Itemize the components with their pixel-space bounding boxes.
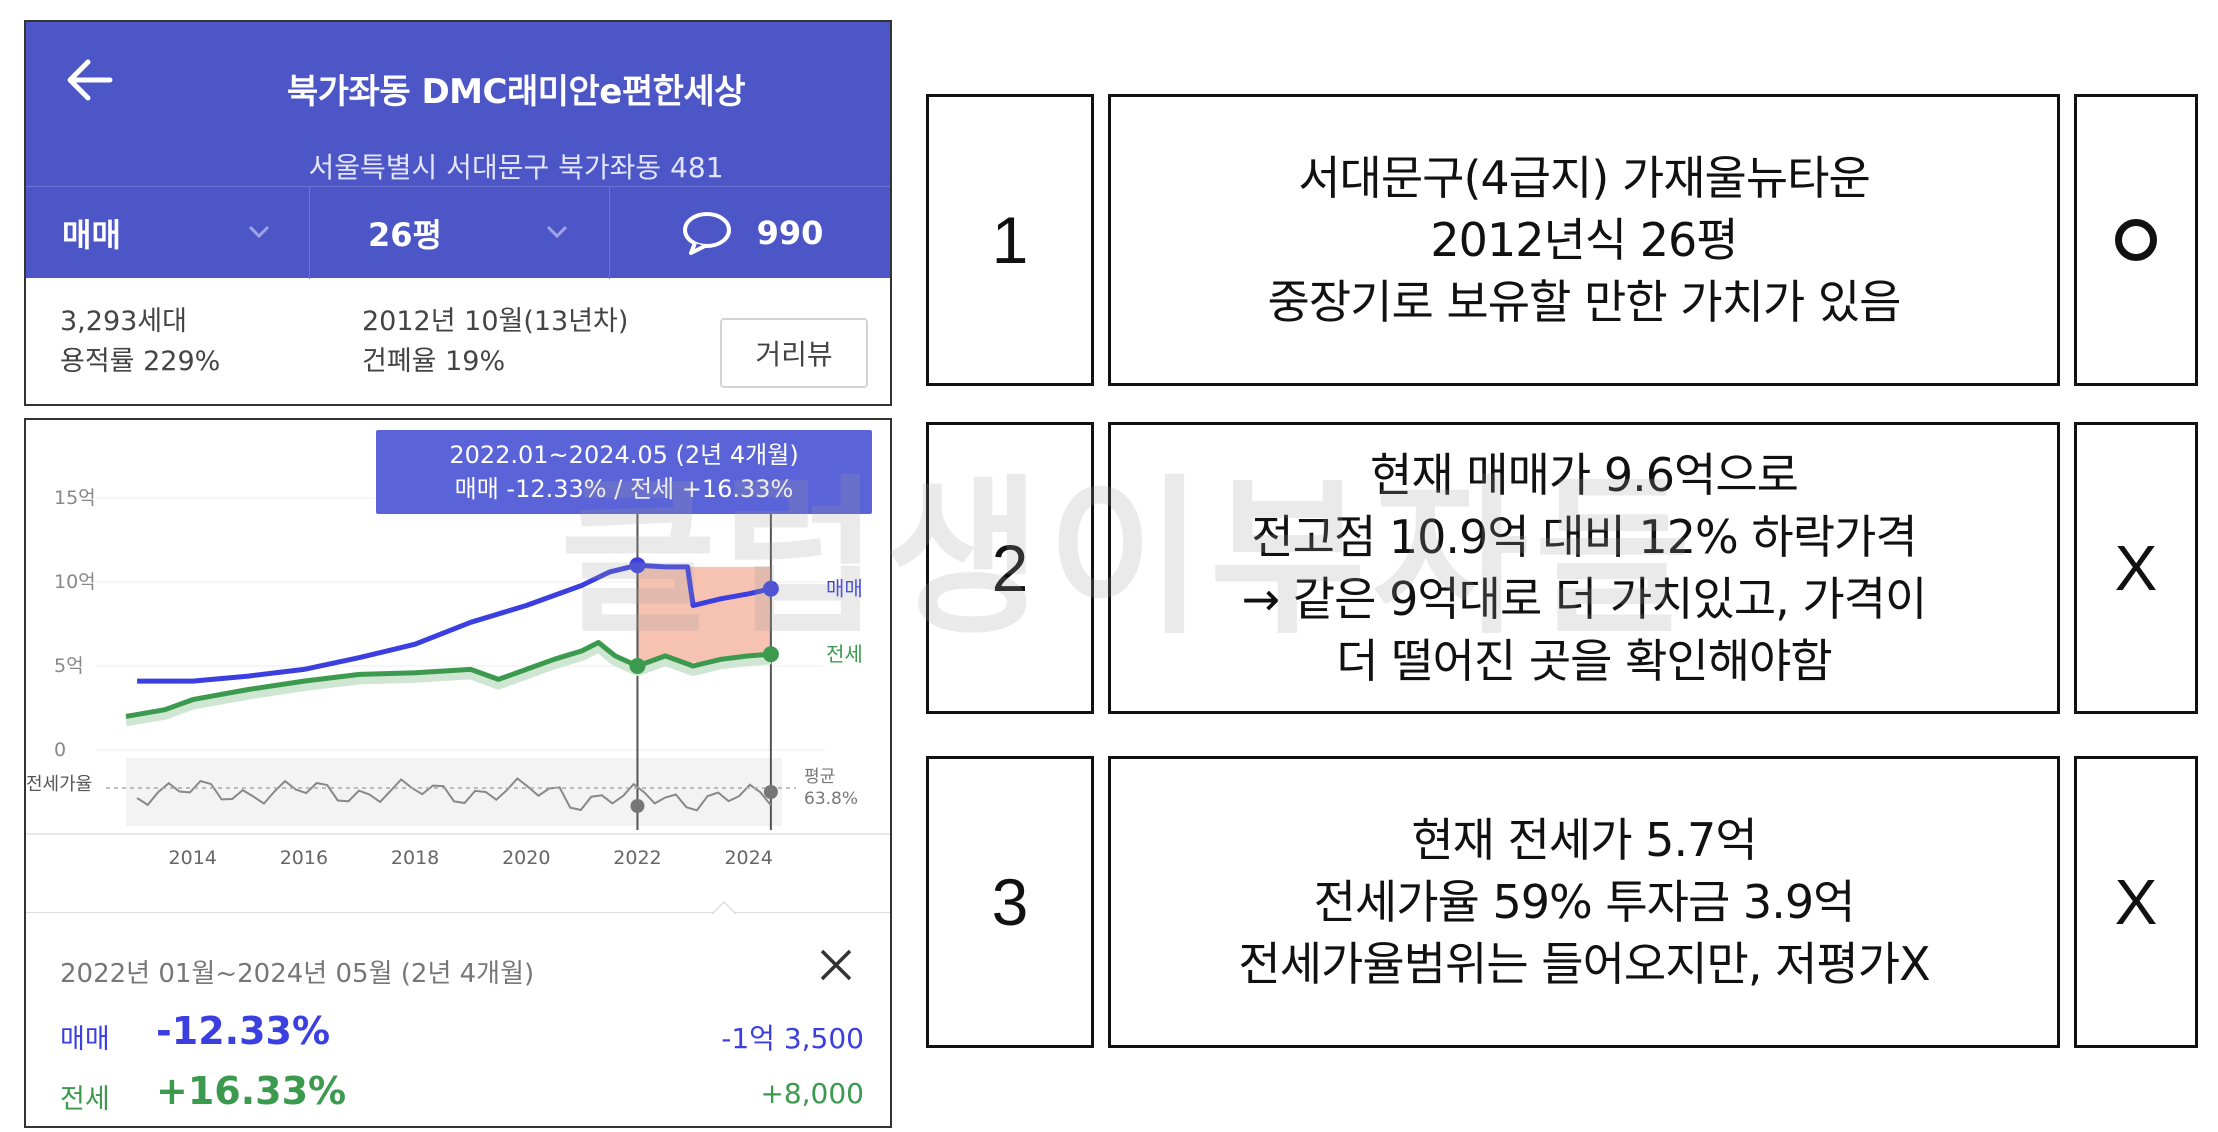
chevron-down-icon	[546, 225, 568, 239]
x-tick-label: 2020	[502, 847, 550, 869]
description-line: 2012년식 26평	[1430, 213, 1738, 267]
ratio-axis-label: 전세가율	[26, 774, 92, 795]
sale-percent: -12.33%	[156, 1009, 331, 1053]
jeonse-label: 전세	[60, 1084, 110, 1115]
apartment-title: 북가좌동 DMC래미안e편한세상	[287, 72, 746, 112]
chevron-down-icon	[248, 225, 270, 239]
apartment-address: 서울특별시 서대문구 북가좌동 481	[308, 151, 724, 184]
row-1-description-cell: 서대문구(4급지) 가재울뉴타운 2012년식 26평 중장기로 보유할 만한 …	[1108, 94, 2060, 386]
size-value: 26평	[368, 216, 442, 254]
row-description: 현재 전세가 5.7억 전세가율 59% 투자금 3.9억 전세가율범위는 들어…	[1238, 809, 1930, 995]
row-mark: X	[2114, 532, 2158, 604]
close-icon[interactable]	[816, 945, 856, 985]
selector-row: 매매 26평 990	[26, 186, 890, 279]
pointer-caret-icon	[712, 901, 736, 915]
households: 3,293세대	[60, 306, 187, 337]
ratio-average-value: 63.8%	[804, 789, 858, 809]
row-3-description-cell: 현재 전세가 5.7억 전세가율 59% 투자금 3.9억 전세가율범위는 들어…	[1108, 756, 2060, 1048]
trade-type-value: 매매	[62, 216, 121, 254]
data-point-marker	[629, 658, 646, 674]
row-mark: X	[2114, 866, 2158, 938]
ratio-point-marker	[763, 785, 778, 799]
y-tick-label: 10억	[54, 571, 96, 593]
apartment-info-row: 3,293세대 용적률 229% 2012년 10월(13년차) 건폐율 19%…	[26, 278, 890, 404]
jeonse-series-label: 전세	[826, 642, 863, 666]
tooltip-change: 매매 -12.33% / 전세 +16.33%	[454, 475, 794, 503]
ratio-band-background	[126, 758, 782, 826]
description-line: → 같은 9억대로 더 가치있고, 가격이	[1241, 572, 1928, 626]
description-line: 전고점 10.9억 대비 12% 하락가격	[1251, 510, 1917, 564]
period-tooltip: 2022.01~2024.05 (2년 4개월) 매매 -12.33% / 전세…	[376, 430, 872, 514]
row-1-number-cell: 1	[926, 94, 1094, 386]
y-tick-label: 0	[54, 739, 66, 761]
comments-button[interactable]: 990	[610, 187, 890, 279]
x-tick-label: 2024	[724, 847, 772, 869]
description-line: 현재 전세가 5.7억	[1411, 813, 1757, 867]
x-tick-label: 2014	[169, 847, 217, 869]
size-dropdown[interactable]: 26평	[310, 187, 610, 279]
jeonse-percent: +16.33%	[156, 1069, 347, 1113]
y-tick-label: 15억	[54, 487, 96, 509]
row-3-mark-cell: X	[2074, 756, 2198, 1048]
y-tick-label: 5억	[54, 655, 84, 677]
built-date: 2012년 10월(13년차)	[362, 306, 629, 337]
row-2-number-cell: 2	[926, 422, 1094, 714]
trade-type-dropdown[interactable]: 매매	[26, 187, 310, 279]
coverage-ratio: 건폐율 19%	[362, 346, 506, 377]
description-line: 중장기로 보유할 만한 가치가 있음	[1267, 275, 1902, 329]
sale-amount: -1억 3,500	[721, 1022, 864, 1055]
description-line: 전세가율범위는 들어오지만, 저평가X	[1238, 937, 1930, 991]
sale-series-label: 매매	[826, 577, 863, 601]
row-description: 서대문구(4급지) 가재울뉴타운 2012년식 26평 중장기로 보유할 만한 …	[1267, 147, 1902, 333]
row-1-mark-cell	[2074, 94, 2198, 386]
row-2-mark-cell: X	[2074, 422, 2198, 714]
apartment-header-card: 북가좌동 DMC래미안e편한세상 서울특별시 서대문구 북가좌동 481 매매 …	[24, 20, 892, 406]
description-line: 현재 매매가 9.6억으로	[1370, 448, 1799, 502]
x-tick-label: 2022	[613, 847, 661, 869]
description-line: 더 떨어진 곳을 확인해야함	[1336, 634, 1832, 688]
period-highlight-area	[637, 566, 771, 663]
data-point-marker	[762, 580, 779, 597]
ratio-point-marker	[630, 799, 645, 813]
comment-bubble-icon	[682, 212, 731, 255]
jeonse-amount: +8,000	[760, 1077, 864, 1110]
row-number: 1	[991, 203, 1029, 277]
header-banner: 북가좌동 DMC래미안e편한세상 서울특별시 서대문구 북가좌동 481 매매 …	[26, 22, 890, 279]
summary-period: 2022년 01월~2024년 05월 (2년 4개월)	[60, 959, 535, 989]
description-line: 서대문구(4급지) 가재울뉴타운	[1298, 151, 1871, 205]
back-arrow-icon[interactable]	[60, 50, 120, 110]
row-number: 3	[991, 865, 1029, 939]
x-tick-label: 2016	[280, 847, 328, 869]
ratio-average-label: 평균	[804, 767, 835, 787]
row-3-number-cell: 3	[926, 756, 1094, 1048]
street-view-button[interactable]: 거리뷰	[720, 318, 868, 388]
tooltip-period: 2022.01~2024.05 (2년 4개월)	[449, 441, 799, 469]
period-summary-panel: 2022년 01월~2024년 05월 (2년 4개월) 매매 -12.33% …	[26, 901, 890, 1126]
circle-mark-icon	[2115, 219, 2157, 261]
x-tick-label: 2018	[391, 847, 439, 869]
row-number: 2	[991, 531, 1029, 605]
floor-area-ratio: 용적률 229%	[60, 346, 221, 377]
row-description: 현재 매매가 9.6억으로 전고점 10.9억 대비 12% 하락가격 → 같은…	[1241, 444, 1928, 692]
description-line: 전세가율 59% 투자금 3.9억	[1313, 875, 1856, 929]
price-chart-card: 15억 10억 5억 0 2014 2016 2018 2020 2022 2024 매매 전세…	[24, 418, 892, 1128]
comment-count: 990	[756, 214, 824, 252]
data-point-marker	[762, 646, 779, 663]
row-2-description-cell: 현재 매매가 9.6억으로 전고점 10.9억 대비 12% 하락가격 → 같은…	[1108, 422, 2060, 714]
sale-label: 매매	[60, 1024, 110, 1055]
data-point-marker	[629, 557, 646, 574]
